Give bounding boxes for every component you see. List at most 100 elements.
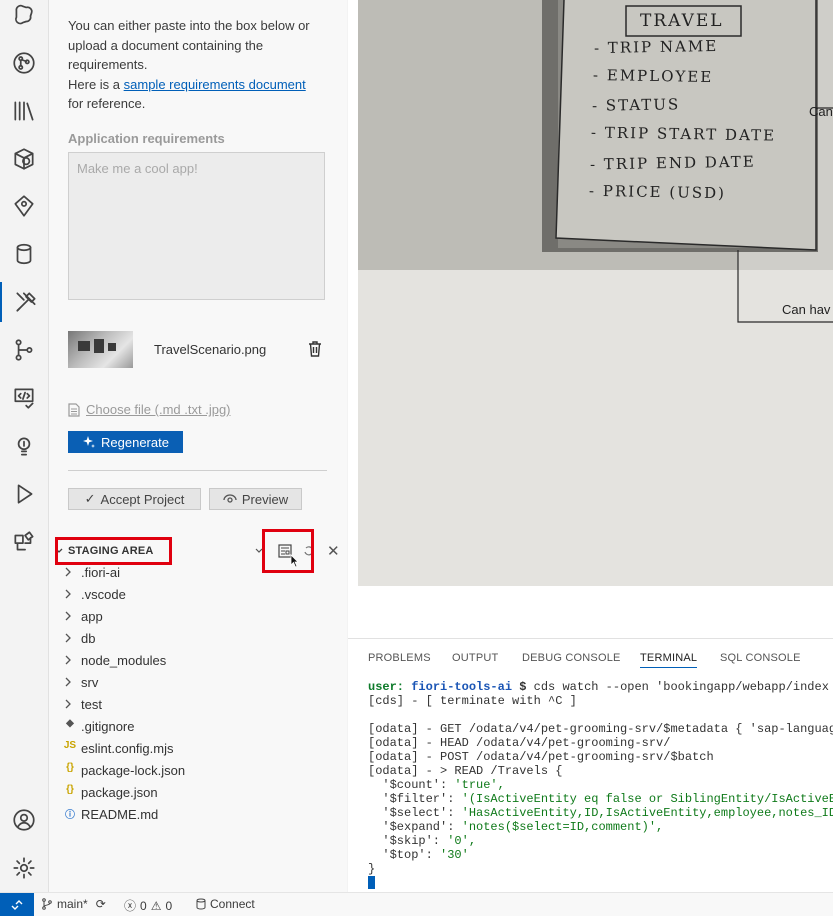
chevron-right-icon — [65, 655, 71, 665]
sketch-drawing — [358, 0, 833, 586]
source-control-icon[interactable] — [0, 330, 48, 370]
tab-debug-console[interactable]: DEBUG CONSOLE — [522, 652, 621, 664]
lightbulb-icon[interactable] — [0, 426, 48, 466]
accept-project-label: Accept Project — [100, 491, 185, 507]
tree-item-label: README.md — [81, 806, 159, 822]
regenerate-button[interactable]: Regenerate — [68, 431, 183, 453]
param-value: 'HasActiveEntity,ID,IsActiveEntity,emplo… — [461, 806, 833, 820]
trash-icon[interactable] — [307, 340, 323, 358]
database-icon[interactable] — [0, 234, 48, 274]
tree-folder[interactable]: srv — [49, 671, 347, 693]
tree-item-label: test — [81, 696, 102, 712]
requirements-textarea[interactable]: Make me a cool app! — [68, 152, 325, 300]
tree-item-label: package.json — [81, 784, 158, 800]
prompt-path: fiori-tools-ai — [411, 680, 513, 694]
cube-icon[interactable] — [0, 139, 48, 179]
intro-line: You can either paste into the box below … — [68, 18, 310, 72]
sparkle-icon — [83, 436, 96, 448]
terminal-output[interactable]: user: fiori-tools-ai $ cds watch --open … — [368, 680, 833, 890]
warning-count: 0 — [165, 898, 173, 913]
choose-file-link[interactable]: Choose file (.md .txt .jpg) — [68, 402, 231, 417]
remote-explorer-icon[interactable] — [0, 0, 48, 35]
tab-problems[interactable]: PROBLEMS — [368, 652, 431, 664]
run-icon[interactable] — [0, 474, 48, 514]
tree-folder[interactable]: node_modules — [49, 649, 347, 671]
sync-icon[interactable]: ⟳ — [96, 897, 106, 911]
branch-indicator[interactable]: main* ⟳ — [41, 897, 106, 911]
tree-file[interactable]: JS eslint.config.mjs — [49, 737, 347, 759]
info-icon: ⓘ — [65, 810, 75, 821]
sketch-label-can-have: Can hav — [782, 302, 831, 317]
tools-icon[interactable] — [0, 282, 50, 322]
preview-label: Preview — [241, 491, 289, 507]
chevron-right-icon — [65, 611, 71, 621]
accept-project-button[interactable]: ✓ Accept Project — [68, 488, 201, 510]
param-value: 'notes($select=ID,comment)', — [461, 820, 664, 834]
branch-name: main* — [57, 897, 88, 911]
code-check-icon[interactable] — [0, 378, 48, 418]
json-icon: {} — [66, 762, 74, 773]
param-value: 'true', — [454, 778, 505, 792]
preview-button[interactable]: Preview — [209, 488, 302, 510]
attachment-thumbnail — [68, 331, 133, 368]
terminal-cursor — [368, 876, 375, 890]
intro-prefix: Here is a — [68, 76, 124, 92]
tree-file[interactable]: ◆ .gitignore — [49, 715, 347, 737]
connect-indicator[interactable]: Connect — [196, 897, 255, 911]
sample-requirements-link[interactable]: sample requirements document — [124, 77, 306, 92]
gitignore-icon: ◆ — [66, 718, 74, 729]
param-key: '$count': — [368, 778, 455, 792]
param-value: '30' — [440, 848, 469, 862]
status-bar: main* ⟳ ⓧ 0 ⚠ 0 Connect — [0, 892, 833, 916]
chevron-right-icon — [65, 677, 71, 687]
activity-bar — [0, 0, 49, 892]
divider — [68, 470, 327, 471]
gem-icon[interactable] — [0, 186, 48, 226]
tab-terminal[interactable]: TERMINAL — [640, 652, 698, 668]
source-control-graph-icon[interactable] — [0, 43, 48, 83]
file-icon — [68, 402, 80, 417]
tree-item-label: app — [81, 608, 103, 624]
sidebar: You can either paste into the box below … — [49, 0, 347, 892]
account-icon[interactable] — [0, 800, 48, 840]
tree-folder[interactable]: .vscode — [49, 583, 347, 605]
remote-indicator[interactable] — [0, 893, 34, 916]
remote-icon — [11, 899, 23, 910]
settings-gear-icon[interactable] — [0, 848, 48, 888]
tab-sql-console[interactable]: SQL CONSOLE — [720, 652, 801, 664]
problems-indicator[interactable]: ⓧ 0 ⚠ 0 — [124, 897, 172, 914]
json-icon: {} — [66, 784, 74, 795]
tree-folder[interactable]: test — [49, 693, 347, 715]
terminal-line: [odata] - GET /odata/v4/pet-grooming-srv… — [368, 722, 833, 736]
chevron-right-icon — [65, 699, 71, 709]
tree-folder[interactable]: db — [49, 627, 347, 649]
bottom-panel: PROBLEMS OUTPUT DEBUG CONSOLE TERMINAL SQL C… — [348, 638, 833, 893]
tree-item-label: node_modules — [81, 652, 167, 668]
terminal-closing: } — [368, 862, 376, 876]
tree-file[interactable]: {} package-lock.json — [49, 759, 347, 781]
tree-file[interactable]: ⓘ README.md — [49, 803, 347, 825]
branch-icon — [42, 898, 52, 910]
check-icon: ✓ — [84, 491, 96, 506]
tree-item-label: eslint.config.mjs — [81, 740, 174, 756]
chevron-right-icon — [65, 633, 71, 643]
regenerate-label: Regenerate — [101, 434, 169, 450]
tree-file[interactable]: {} package.json — [49, 781, 347, 803]
sketch-field: - TRIP END DATE — [589, 152, 756, 174]
eye-icon — [223, 494, 237, 503]
warning-icon: ⚠ — [150, 898, 162, 913]
sketch-label-can: Can — [809, 104, 833, 119]
tree-item-label: .gitignore — [81, 718, 135, 734]
tree-folder[interactable]: app — [49, 605, 347, 627]
extensions-icon[interactable] — [0, 522, 48, 562]
sketch-field: - EMPLOYEE — [592, 65, 714, 87]
error-count: 0 — [140, 898, 147, 913]
close-icon[interactable]: ✕ — [327, 542, 340, 560]
terminal-line: [odata] - > READ /Travels { — [368, 764, 563, 778]
library-icon[interactable] — [0, 91, 48, 131]
tab-output[interactable]: OUTPUT — [452, 652, 498, 664]
attachment-name: TravelScenario.png — [154, 342, 267, 357]
error-icon: ⓧ — [124, 899, 137, 913]
tree-folder[interactable]: .fiori-ai — [49, 561, 347, 583]
param-value: '(IsActiveEntity eq false or SiblingEnti… — [461, 792, 833, 806]
